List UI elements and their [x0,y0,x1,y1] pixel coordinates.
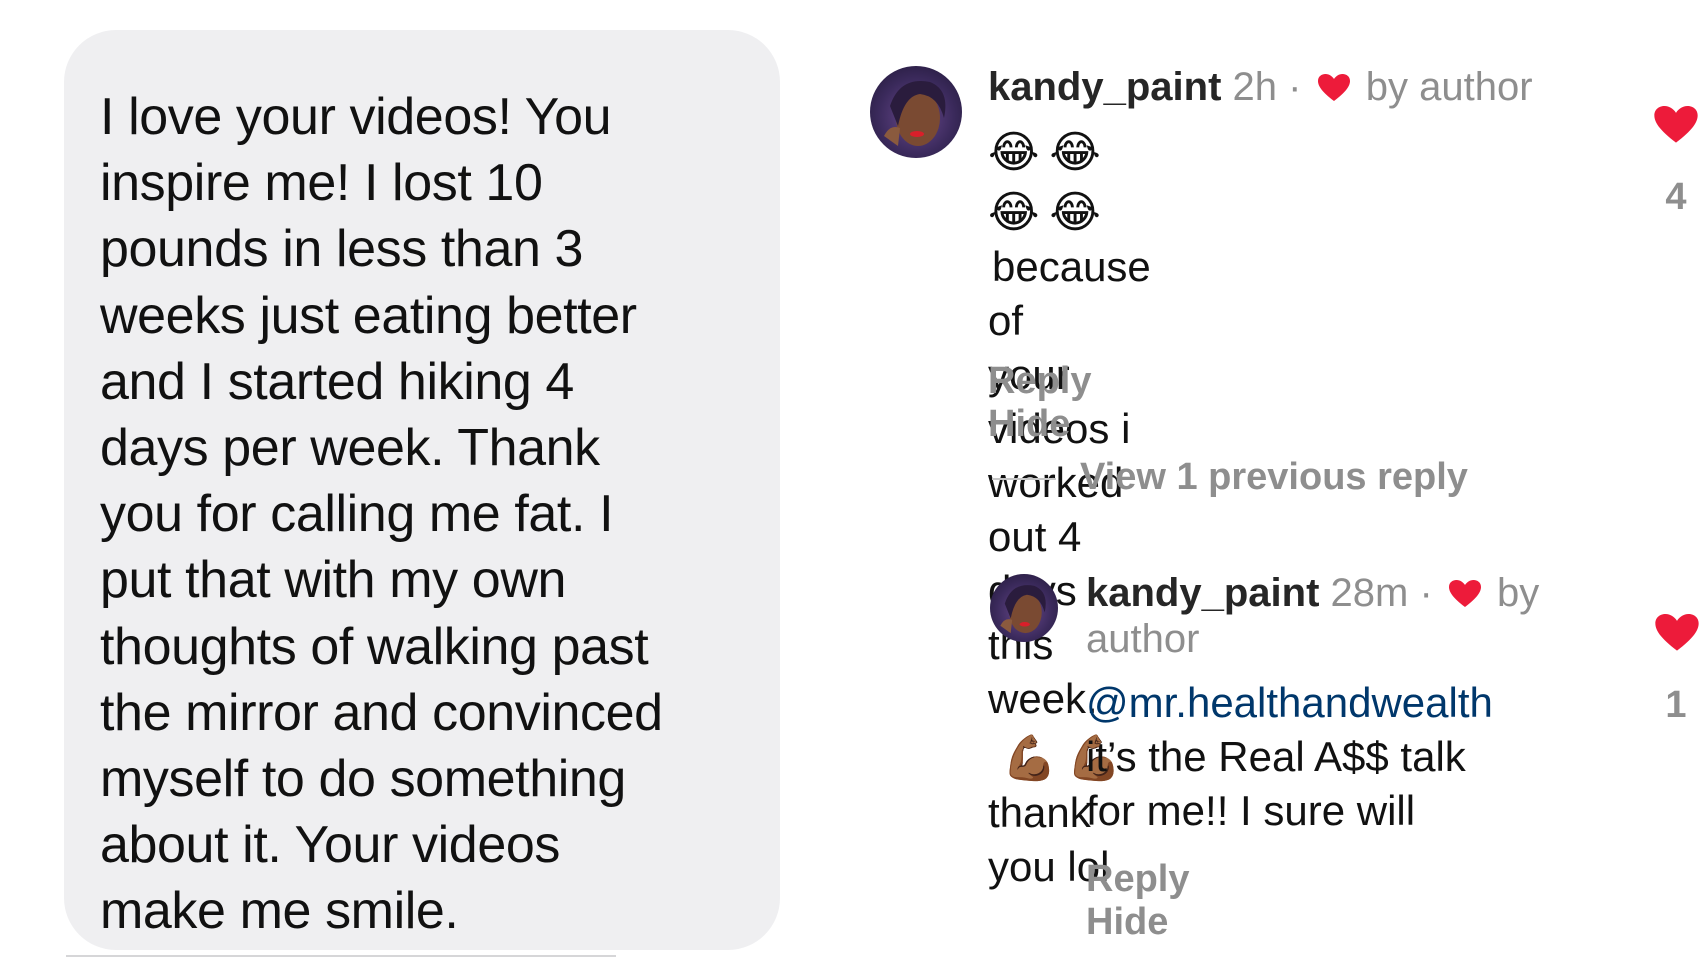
mention-link[interactable]: @mr.healthandwealth [1086,676,1493,730]
heart-icon [1448,580,1481,607]
profile-avatar-icon [884,81,946,146]
laughing-emoji-icon: 😂 [988,128,1040,177]
divider [992,478,1056,480]
by-author-label: by [1497,571,1540,615]
separator: · [1419,571,1433,615]
comment-text: @mr.healthandwealth it’s the Real A$$ ta… [1086,676,1493,838]
heart-icon[interactable] [1653,104,1699,146]
hide-button[interactable]: Hide [988,403,1070,445]
view-previous-reply-label: View 1 previous reply [1080,456,1468,498]
timestamp: 2h [1232,65,1278,109]
by-author-label-continued: author [1086,617,1200,661]
comment-actions: Reply Hide [1086,858,1235,944]
comment-line-3: for me!! I sure will [1086,787,1416,834]
view-previous-reply-link[interactable]: View 1 previous reply [1080,456,1468,499]
laughing-emoji-icon: 😂 [1049,188,1101,237]
comment-line-1: 😂 😂😂 😂 because of [988,120,1151,348]
reply-button[interactable]: Reply [1086,858,1189,900]
avatar[interactable] [870,66,962,158]
dm-message-bubble: I love your videos! You inspire me! I lo… [64,30,780,950]
laughing-emoji-icon: 😂 [1049,128,1101,177]
heart-icon[interactable] [1654,612,1700,654]
laughing-emoji-icon: 😂 [988,188,1040,237]
separator: · [1288,65,1302,109]
heart-icon [1317,74,1350,101]
profile-avatar-icon [1000,585,1046,634]
avatar[interactable] [990,574,1058,642]
like-count: 1 [1665,684,1687,726]
comment-text-segment: because of [988,243,1151,344]
comment-meta: kandy_paint 2h · by author [988,64,1533,110]
timestamp: 28m [1330,571,1409,615]
comment-meta: kandy_paint 28m · by [1086,570,1539,616]
divider [66,955,616,957]
dm-message-text: I love your videos! You inspire me! I lo… [100,88,663,941]
comment-line-2: it’s the Real A$$ talk [1086,733,1466,780]
muscle-emoji-icon: 💪🏾 [1002,734,1057,783]
username[interactable]: kandy_paint [1086,571,1319,615]
reply-button[interactable]: Reply [988,360,1091,402]
like-count: 4 [1665,176,1687,218]
hide-button[interactable]: Hide [1086,901,1168,943]
comment-actions: Reply Hide [988,360,1137,446]
username[interactable]: kandy_paint [988,65,1221,109]
by-author-label: by author [1365,65,1533,109]
